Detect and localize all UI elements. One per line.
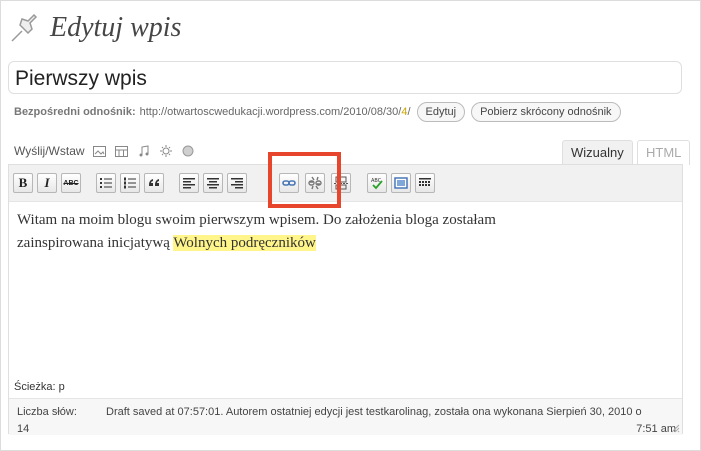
word-count: Liczba słów: 14 (17, 404, 97, 438)
align-left-button[interactable] (179, 173, 199, 193)
editor-status-bar: Liczba słów: 14 Draft saved at 07:57:01.… (9, 398, 682, 435)
align-right-button[interactable] (227, 173, 247, 193)
italic-button[interactable]: I (37, 173, 57, 193)
edit-permalink-button[interactable]: Edytuj (416, 102, 466, 122)
link-buttons-highlight-box (268, 152, 341, 208)
align-center-button[interactable] (203, 173, 223, 193)
blockquote-icon (149, 179, 159, 186)
bullet-list-button[interactable] (96, 173, 116, 193)
add-media-icon[interactable] (159, 145, 173, 157)
bullet-list-icon (100, 178, 112, 188)
align-right-icon (231, 178, 243, 189)
align-left-icon (183, 178, 195, 189)
align-center-icon (207, 178, 219, 189)
word-count-value: 14 (17, 423, 30, 435)
page-header: Edytuj wpis (8, 8, 181, 48)
add-poll-icon[interactable] (181, 145, 195, 157)
get-shortlink-button[interactable]: Pobierz skrócony odnośnik (471, 102, 621, 122)
permalink-url-prefix[interactable]: http://otwartoscwedukacji.wordpress.com/… (140, 106, 402, 118)
numbered-list-button[interactable] (120, 173, 140, 193)
strikethrough-button[interactable]: ABC (61, 173, 81, 193)
editor-area: B I ABC ABC Witam na moim blogu swoim pi… (8, 164, 683, 435)
draft-saved-notice: Draft saved at 07:57:01. Autorem ostatni… (106, 404, 676, 438)
permalink-url-suffix: / (407, 106, 411, 118)
blockquote-button[interactable] (144, 173, 164, 193)
permalink-row: Bezpośredni odnośnik: http://otwartoscwe… (14, 101, 621, 123)
editor-content[interactable]: Witam na moim blogu swoim pierwszym wpis… (17, 209, 672, 255)
tab-visual[interactable]: Wizualny (562, 140, 633, 165)
numbered-list-icon (124, 177, 136, 189)
add-video-icon[interactable] (115, 145, 129, 157)
resize-handle-icon[interactable] (670, 423, 680, 433)
bold-button[interactable]: B (13, 173, 33, 193)
page-title: Edytuj wpis (50, 12, 182, 43)
add-image-icon[interactable] (93, 145, 107, 157)
pushpin-icon (11, 13, 38, 42)
tab-html[interactable]: HTML (637, 140, 691, 165)
element-path: Ścieżka: p (14, 381, 65, 393)
fullscreen-button[interactable] (391, 173, 411, 193)
draft-line-2: 7:51 am (636, 423, 676, 435)
kitchen-sink-button[interactable] (415, 173, 435, 193)
permalink-label: Bezpośredni odnośnik: (14, 106, 136, 118)
kitchen-sink-icon (419, 178, 431, 186)
fullscreen-icon (394, 177, 408, 189)
editor-toolbar: B I ABC ABC (9, 165, 682, 202)
post-title-input[interactable]: Pierwszy wpis (8, 61, 682, 94)
spellcheck-icon: ABC (371, 178, 383, 190)
word-count-label: Liczba słów: (17, 406, 77, 418)
draft-line-1: Draft saved at 07:57:01. Autorem ostatni… (106, 406, 642, 418)
upload-insert-label: Wyślij/Wstaw (14, 144, 85, 158)
highlighted-text: Wolnych podręczników (173, 235, 316, 251)
upload-insert-row: Wyślij/Wstaw (14, 141, 195, 161)
spellcheck-button[interactable]: ABC (367, 173, 387, 193)
content-line-1: Witam na moim blogu swoim pierwszym wpis… (17, 212, 496, 228)
add-audio-icon[interactable] (137, 145, 151, 157)
content-line-2: zainspirowana inicjatywą (17, 235, 174, 251)
